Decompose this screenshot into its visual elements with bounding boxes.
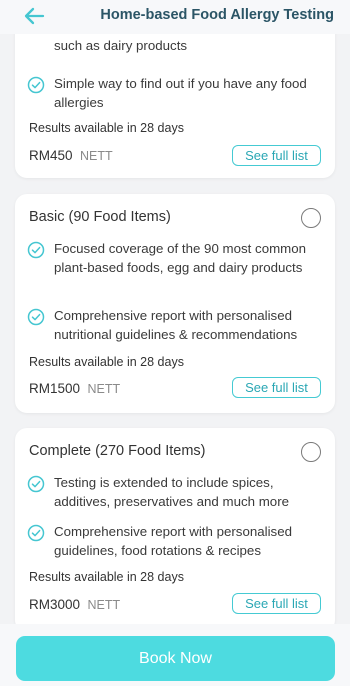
plan-card-complete[interactable]: Complete (270 Food Items) Testing is ext…	[15, 428, 335, 624]
price-amount: RM3000	[29, 597, 81, 612]
feature-text: Comprehensive report with personalised n…	[54, 308, 298, 342]
app-header: Home-based Food Allergy Testing	[0, 0, 350, 34]
see-full-list-button[interactable]: See full list	[232, 145, 321, 166]
price: RM1500 NETT	[29, 380, 120, 398]
feature-item: Focused coverage of the 90 most common p…	[27, 239, 323, 297]
price-amount: RM1500	[29, 381, 81, 396]
check-circle-icon	[27, 76, 45, 94]
feature-text: such as dairy products	[54, 38, 188, 53]
book-now-button[interactable]: Book Now	[16, 636, 335, 681]
plan-title: Basic (90 Food Items)	[29, 209, 171, 225]
check-circle-icon	[27, 308, 45, 326]
see-full-list-button[interactable]: See full list	[232, 593, 321, 614]
results-text: Results available in 28 days	[29, 121, 184, 135]
plan-card-top[interactable]: such as dairy products Simple way to fin…	[15, 34, 335, 178]
results-text: Results available in 28 days	[29, 355, 184, 369]
feature-text: Focused coverage of the 90 most common p…	[54, 241, 307, 275]
price: RM450 NETT	[29, 147, 113, 165]
check-circle-icon	[27, 475, 45, 493]
feature-item: Testing is extended to include spices, a…	[27, 473, 323, 513]
back-arrow-icon[interactable]	[22, 5, 46, 27]
price-nett: NETT	[79, 149, 113, 163]
feature-text: Comprehensive report with personalised g…	[54, 524, 292, 558]
plan-radio[interactable]	[301, 442, 321, 462]
see-full-list-button[interactable]: See full list	[232, 377, 321, 398]
plan-list[interactable]: such as dairy products Simple way to fin…	[0, 34, 350, 624]
plan-title: Complete (270 Food Items)	[29, 443, 206, 459]
page-title: Home-based Food Allergy Testing	[100, 7, 334, 23]
feature-item: Simple way to find out if you have any f…	[27, 74, 323, 114]
feature-text: Testing is extended to include spices, a…	[54, 475, 290, 509]
feature-item: Comprehensive report with personalised n…	[27, 306, 323, 346]
check-circle-icon	[27, 524, 45, 542]
price-nett: NETT	[87, 382, 121, 396]
feature-item: Comprehensive report with personalised g…	[27, 522, 323, 562]
results-text: Results available in 28 days	[29, 570, 184, 584]
feature-item: such as dairy products	[27, 34, 323, 68]
check-circle-icon	[27, 241, 45, 259]
plan-radio[interactable]	[301, 208, 321, 228]
price: RM3000 NETT	[29, 596, 120, 614]
price-nett: NETT	[87, 598, 121, 612]
feature-text: Simple way to find out if you have any f…	[54, 76, 307, 110]
price-amount: RM450	[29, 148, 73, 163]
plan-card-basic[interactable]: Basic (90 Food Items) Focused coverage o…	[15, 194, 335, 413]
footer-bar: Book Now	[0, 624, 350, 686]
